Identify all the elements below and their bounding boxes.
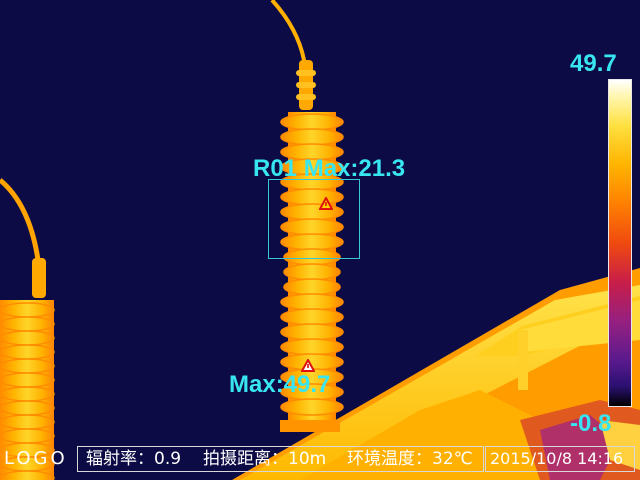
center-insulator-shed bbox=[283, 263, 341, 281]
center-insulator-shed bbox=[280, 398, 344, 416]
roi-max-warning-triangle-icon bbox=[319, 197, 333, 210]
left-insulator-shed bbox=[0, 330, 55, 346]
emissivity-text: 辐射率：0.9 bbox=[86, 449, 182, 469]
left-insulator-shed bbox=[0, 302, 55, 318]
distance-text: 拍摄距离：10m bbox=[203, 449, 327, 469]
status-footer: LOGO 辐射率：0.9 拍摄距离：10m 环境温度：32℃ 2015/10/8… bbox=[0, 446, 640, 474]
thermal-image-viewport: R01 Max:21.3 Max:49.7 49.7 -0.8 LOGO 辐射率… bbox=[0, 0, 640, 480]
left-insulator-lead bbox=[0, 178, 46, 298]
left-insulator-shed bbox=[0, 414, 55, 430]
ambient-temperature-text: 环境温度：32℃ bbox=[347, 449, 473, 469]
left-insulator-shed bbox=[0, 428, 55, 444]
temperature-colorbar bbox=[608, 79, 632, 407]
logo: LOGO bbox=[4, 448, 68, 469]
left-insulator-shed bbox=[0, 372, 55, 388]
center-insulator-shed bbox=[283, 278, 341, 296]
datetime-text: 2015/10/8 14:16 bbox=[490, 449, 624, 468]
center-insulator-shed bbox=[280, 128, 344, 146]
left-insulator-shed bbox=[0, 316, 55, 332]
left-insulator-shed bbox=[0, 358, 55, 374]
center-insulator-shed bbox=[280, 293, 344, 311]
center-insulator-shed bbox=[280, 308, 344, 326]
roi-box[interactable] bbox=[268, 179, 360, 259]
center-insulator-shed bbox=[280, 323, 344, 341]
left-insulator-shed bbox=[0, 400, 55, 416]
global-max-label: Max:49.7 bbox=[229, 371, 331, 398]
scale-max-value: 49.7 bbox=[570, 50, 617, 77]
center-insulator-shed bbox=[280, 113, 344, 131]
center-insulator-shed bbox=[280, 338, 344, 356]
left-insulator-shed bbox=[0, 386, 55, 402]
scale-min-value: -0.8 bbox=[570, 410, 612, 437]
roi-max-label: R01 Max:21.3 bbox=[253, 155, 406, 182]
center-insulator-lead bbox=[270, 0, 316, 110]
left-insulator-shed bbox=[0, 344, 55, 360]
